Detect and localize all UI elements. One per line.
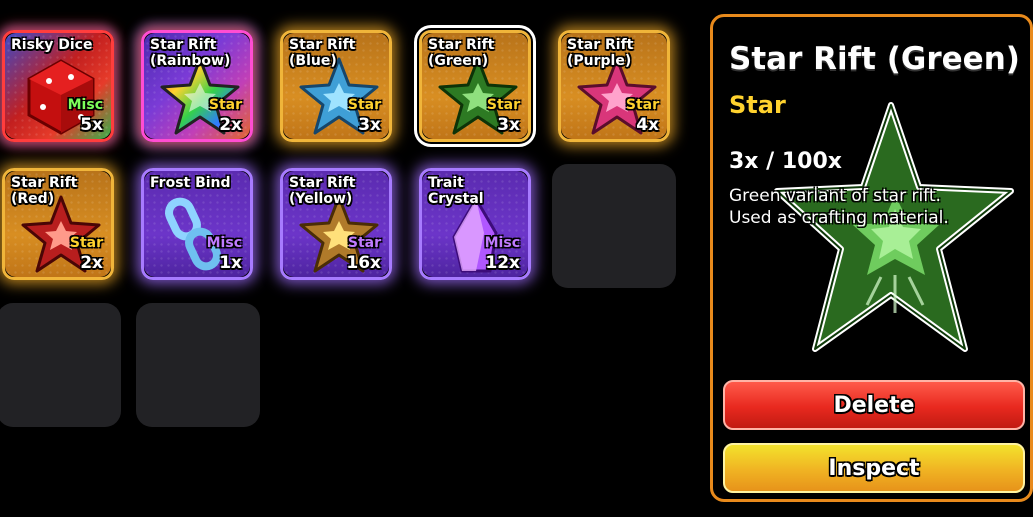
inventory-slot-star-rift-rainbow[interactable]: Star Rift (Rainbow) Star 2x (141, 30, 253, 142)
slot-tag: Star (347, 97, 381, 113)
inspect-button[interactable]: Inspect (723, 443, 1025, 493)
item-title: Star Rift (Green) (729, 41, 1020, 77)
slot-name: Star Rift (Blue) (289, 37, 356, 69)
inventory-slot-trait-crystal[interactable]: Trait Crystal Misc 12x (419, 168, 531, 280)
slot-tag: Star (208, 97, 242, 113)
slot-name: Star Rift (Yellow) (289, 175, 356, 207)
slot-name: Frost Bind (150, 175, 231, 191)
slot-tag: Misc (484, 235, 520, 251)
inventory-slot-empty[interactable] (552, 164, 676, 288)
inventory-slot-star-rift-red[interactable]: Star Rift (Red) Star 2x (2, 168, 114, 280)
inventory-slot-empty[interactable] (136, 303, 260, 427)
inventory-slot-star-rift-green[interactable]: Star Rift (Green) Star 3x (419, 30, 531, 142)
item-description: Green variant of star rift. Used as craf… (729, 186, 949, 228)
slot-tag: Star (69, 235, 103, 251)
slot-count: 3x (497, 115, 520, 135)
item-owned-count: 3x / 100x (729, 149, 842, 174)
slot-count: 5x (80, 115, 103, 135)
slot-count: 2x (219, 115, 242, 135)
slot-count: 4x (636, 115, 659, 135)
inventory-slot-star-rift-purple[interactable]: Star Rift (Purple) Star 4x (558, 30, 670, 142)
slot-name: Star Rift (Purple) (567, 37, 634, 69)
slot-tag: Star (486, 97, 520, 113)
slot-name: Star Rift (Red) (11, 175, 78, 207)
inventory-slot-star-rift-yellow[interactable]: Star Rift (Yellow) Star 16x (280, 168, 392, 280)
inventory-slot-risky-dice[interactable]: Risky Dice Misc 5x (2, 30, 114, 142)
slot-count: 3x (358, 115, 381, 135)
slot-name: Trait Crystal (428, 175, 484, 207)
slot-tag: Misc (67, 97, 103, 113)
inventory-slot-frost-bind[interactable]: Frost Bind Misc 1x (141, 168, 253, 280)
slot-name: Star Rift (Rainbow) (150, 37, 231, 69)
green-star-icon (774, 102, 1014, 352)
slot-name: Risky Dice (11, 37, 93, 53)
inventory-grid: Risky Dice Misc 5x Star Rift (Rainbow) S… (0, 0, 700, 517)
slot-count: 1x (219, 253, 242, 273)
slot-tag: Star (625, 97, 659, 113)
inventory-slot-empty[interactable] (0, 303, 121, 427)
slot-count: 2x (80, 253, 103, 273)
slot-tag: Misc (206, 235, 242, 251)
delete-button[interactable]: Delete (723, 380, 1025, 430)
slot-name: Star Rift (Green) (428, 37, 495, 69)
item-detail-panel: Star Rift (Green) Star 3x / 100x Green v… (710, 14, 1033, 502)
inventory-slot-star-rift-blue[interactable]: Star Rift (Blue) Star 3x (280, 30, 392, 142)
slot-tag: Star (347, 235, 381, 251)
slot-count: 12x (485, 253, 520, 273)
slot-count: 16x (346, 253, 381, 273)
